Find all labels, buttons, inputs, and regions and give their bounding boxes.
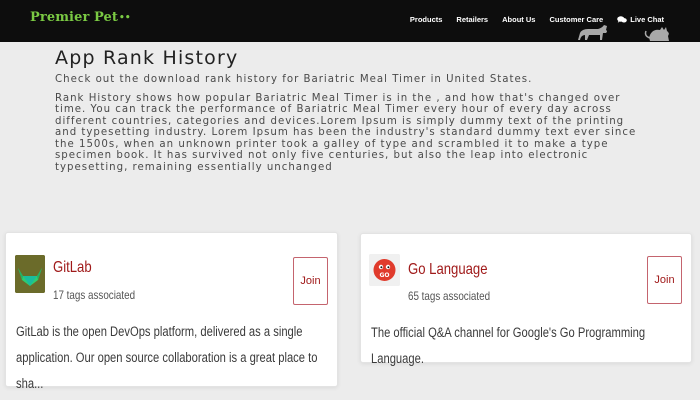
nav-link-retailers[interactable]: Retailers [456, 15, 488, 24]
community-description: GitLab is the open DevOps platform, deli… [16, 324, 318, 391]
chat-bubbles-icon [617, 16, 628, 23]
community-name[interactable]: GitLab [53, 259, 92, 277]
paw-icon: •• [119, 13, 131, 23]
join-button[interactable]: Join [293, 257, 328, 305]
top-navbar: Premier Pet•• Products Retailers About U… [0, 0, 700, 42]
rank-history-section: App Rank History Check out the download … [55, 47, 645, 173]
live-chat-label: Live Chat [630, 15, 664, 24]
page-title: App Rank History [55, 47, 239, 69]
go-gopher-icon: GO [369, 254, 400, 286]
nav-link-customer-care[interactable]: Customer Care [549, 15, 603, 24]
community-card-gitlab[interactable]: GitLab 17 tags associated Join GitLab is… [5, 232, 338, 391]
description-text: Rank History shows how popular Bariatric… [55, 92, 637, 173]
tags-count: 17 tags associated [53, 288, 136, 302]
join-button[interactable]: Join [647, 256, 682, 304]
nav-link-products[interactable]: Products [410, 15, 443, 24]
community-name[interactable]: Go Language [408, 261, 488, 279]
cat-and-dog-silhouette-icon [578, 25, 669, 41]
nav-link-about-us[interactable]: About Us [502, 15, 535, 24]
brand-logo[interactable]: Premier Pet•• [30, 10, 131, 25]
nav-links: Products Retailers About Us Customer Car… [410, 15, 664, 24]
live-chat-button[interactable]: Live Chat [617, 15, 664, 24]
brand-name: Premier Pet [30, 10, 119, 25]
gitlab-fox-icon [15, 255, 45, 293]
tags-count: 65 tags associated [408, 289, 491, 303]
community-description: The official Q&A channel for Google's Go… [371, 325, 646, 366]
community-card-go-language[interactable]: GO Go Language 65 tags associated Join T… [360, 233, 692, 366]
svg-text:GO: GO [379, 272, 389, 279]
intro-text: Check out the download rank history for … [55, 74, 533, 85]
